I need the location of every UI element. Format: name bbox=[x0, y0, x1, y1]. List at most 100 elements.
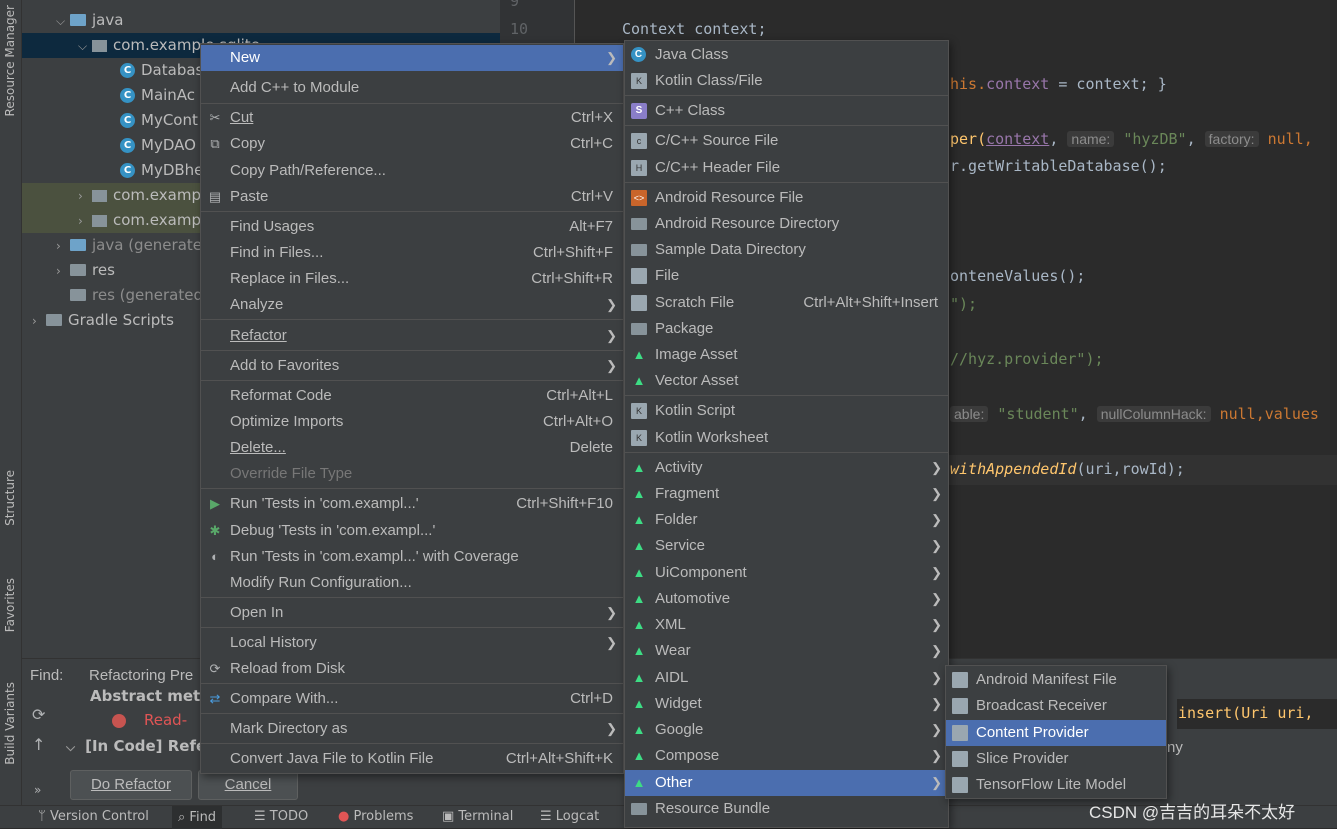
refresh-icon[interactable]: ⟳ bbox=[32, 705, 45, 724]
new-file[interactable]: File bbox=[625, 263, 948, 289]
new-kotlin-script[interactable]: K Kotlin Script bbox=[625, 398, 948, 424]
problems-tab[interactable]: ● Problems bbox=[338, 809, 413, 824]
tree-res[interactable]: › res bbox=[56, 258, 115, 283]
menu-cut[interactable]: ✂ Cut Ctrl+X bbox=[201, 105, 623, 131]
other-slice-provider[interactable]: Slice Provider bbox=[946, 746, 1166, 772]
tree-class[interactable]: C MyDBhe bbox=[120, 158, 203, 183]
terminal-tab[interactable]: ▣ Terminal bbox=[442, 809, 513, 824]
new-fragment[interactable]: ▲ Fragment ❯ bbox=[625, 481, 948, 507]
menu-analyze[interactable]: Analyze ❯ bbox=[201, 292, 623, 318]
menu-copy-path[interactable]: Copy Path/Reference... bbox=[201, 158, 623, 184]
new-xml[interactable]: ▲ XML ❯ bbox=[625, 612, 948, 638]
new-kotlin-class[interactable]: K Kotlin Class/File bbox=[625, 68, 948, 94]
resource-manager-tab[interactable]: Resource Manager bbox=[3, 5, 17, 116]
chevron-right-icon[interactable]: › bbox=[56, 259, 70, 284]
expand-icon[interactable]: » bbox=[34, 783, 41, 797]
menu-local-history[interactable]: Local History ❯ bbox=[201, 630, 623, 656]
menu-run-tests[interactable]: ▶ Run 'Tests in 'com.exampl...' Ctrl+Shift… bbox=[201, 491, 623, 517]
new-cpp-source[interactable]: c C/C++ Source File bbox=[625, 128, 948, 154]
class-icon: C bbox=[120, 63, 135, 78]
tree-java[interactable]: ⌵ java bbox=[56, 8, 123, 33]
new-image-asset[interactable]: ▲ Image Asset bbox=[625, 342, 948, 368]
menu-add-cpp[interactable]: Add C++ to Module bbox=[201, 75, 623, 101]
new-kotlin-worksheet[interactable]: K Kotlin Worksheet bbox=[625, 425, 948, 451]
other-content-provider[interactable]: Content Provider bbox=[946, 720, 1166, 746]
submenu-arrow-icon: ❯ bbox=[931, 670, 942, 685]
menu-reformat[interactable]: Reformat Code Ctrl+Alt+L bbox=[201, 383, 623, 409]
favorites-tab[interactable]: Favorites bbox=[3, 578, 17, 632]
new-wear[interactable]: ▲ Wear ❯ bbox=[625, 638, 948, 664]
menu-paste[interactable]: ▤ Paste Ctrl+V bbox=[201, 184, 623, 210]
tree-java-generated[interactable]: › java (generated) bbox=[56, 233, 217, 258]
chevron-right-icon[interactable]: › bbox=[78, 209, 92, 234]
tree-res-generated[interactable]: res (generated) bbox=[56, 283, 209, 308]
chevron-right-icon[interactable]: › bbox=[78, 184, 92, 209]
menu-add-to-favorites[interactable]: Add to Favorites ❯ bbox=[201, 353, 623, 379]
version-control-tab[interactable]: ᛘ Version Control bbox=[38, 809, 149, 824]
tree-class[interactable]: C MyDAO bbox=[120, 133, 196, 158]
chevron-right-icon[interactable]: › bbox=[32, 309, 46, 334]
tree-class[interactable]: C MyCont bbox=[120, 108, 198, 133]
menu-copy[interactable]: ⧉ Copy Ctrl+C bbox=[201, 131, 623, 157]
new-google[interactable]: ▲ Google ❯ bbox=[625, 717, 948, 743]
chevron-right-icon[interactable]: › bbox=[56, 234, 70, 259]
new-aidl[interactable]: ▲ AIDL ❯ bbox=[625, 665, 948, 691]
find-row[interactable]: ⌵ [In Code] Refe bbox=[66, 737, 206, 755]
new-scratch-file[interactable]: Scratch File Ctrl+Alt+Shift+Insert bbox=[625, 290, 948, 316]
new-other[interactable]: ▲ Other ❯ bbox=[625, 770, 948, 796]
find-tab[interactable]: Refactoring Pre bbox=[89, 667, 193, 684]
new-compose[interactable]: ▲ Compose ❯ bbox=[625, 743, 948, 769]
find-row[interactable]: Read- bbox=[112, 711, 187, 729]
other-android-manifest[interactable]: Android Manifest File bbox=[946, 667, 1166, 693]
new-android-resource-dir[interactable]: Android Resource Directory bbox=[625, 211, 948, 237]
new-android-resource-file[interactable]: <> Android Resource File bbox=[625, 185, 948, 211]
new-java-class[interactable]: C Java Class bbox=[625, 42, 948, 68]
new-cpp-class[interactable]: S C++ Class bbox=[625, 98, 948, 124]
structure-tab[interactable]: Structure bbox=[3, 470, 17, 526]
new-folder[interactable]: ▲ Folder ❯ bbox=[625, 507, 948, 533]
chevron-down-icon[interactable]: ⌵ bbox=[78, 34, 92, 59]
menu-refactor[interactable]: Refactor ❯ bbox=[201, 323, 623, 349]
separator bbox=[625, 452, 948, 453]
code-line: able: "student", nullColumnHack: null,va… bbox=[950, 405, 1319, 423]
menu-new[interactable]: New ❯ bbox=[201, 45, 623, 71]
other-tflite-model[interactable]: TensorFlow Lite Model bbox=[946, 772, 1166, 798]
menu-reload-from-disk[interactable]: ⟳ Reload from Disk bbox=[201, 656, 623, 682]
menu-find-in-files[interactable]: Find in Files... Ctrl+Shift+F bbox=[201, 240, 623, 266]
new-activity[interactable]: ▲ Activity ❯ bbox=[625, 455, 948, 481]
tree-class[interactable]: C Databas bbox=[120, 58, 203, 83]
menu-mark-directory[interactable]: Mark Directory as ❯ bbox=[201, 716, 623, 742]
new-automotive[interactable]: ▲ Automotive ❯ bbox=[625, 586, 948, 612]
menu-optimize-imports[interactable]: Optimize Imports Ctrl+Alt+O bbox=[201, 409, 623, 435]
menu-open-in[interactable]: Open In ❯ bbox=[201, 600, 623, 626]
tree-class[interactable]: C MainAc bbox=[120, 83, 195, 108]
new-package[interactable]: Package bbox=[625, 316, 948, 342]
build-variants-tab[interactable]: Build Variants bbox=[3, 682, 17, 765]
logcat-tab[interactable]: ☰ Logcat bbox=[540, 809, 599, 824]
new-resource-bundle[interactable]: Resource Bundle bbox=[625, 796, 948, 822]
menu-replace-in-files[interactable]: Replace in Files... Ctrl+Shift+R bbox=[201, 266, 623, 292]
new-vector-asset[interactable]: ▲ Vector Asset bbox=[625, 368, 948, 394]
new-widget[interactable]: ▲ Widget ❯ bbox=[625, 691, 948, 717]
new-sample-data-dir[interactable]: Sample Data Directory bbox=[625, 237, 948, 263]
menu-find-usages[interactable]: Find Usages Alt+F7 bbox=[201, 214, 623, 240]
new-uicomponent[interactable]: ▲ UiComponent ❯ bbox=[625, 560, 948, 586]
new-cpp-header[interactable]: H C/C++ Header File bbox=[625, 155, 948, 181]
todo-tab[interactable]: ☰ TODO bbox=[254, 809, 308, 824]
menu-compare-with[interactable]: ⇄ Compare With... Ctrl+D bbox=[201, 686, 623, 712]
cancel-button[interactable]: Cancel bbox=[198, 770, 298, 800]
menu-run-coverage[interactable]: ◐ Run 'Tests in 'com.exampl...' with Cove… bbox=[201, 544, 623, 570]
arrow-up-icon[interactable]: ↑ bbox=[32, 735, 45, 754]
find-tab-bottom[interactable]: ⌕ Find bbox=[172, 806, 223, 829]
do-refactor-button[interactable]: Do Refactor bbox=[70, 770, 192, 800]
menu-convert-to-kotlin[interactable]: Convert Java File to Kotlin File Ctrl+Alt… bbox=[201, 746, 623, 772]
other-broadcast-receiver[interactable]: Broadcast Receiver bbox=[946, 693, 1166, 719]
new-service[interactable]: ▲ Service ❯ bbox=[625, 533, 948, 559]
menu-modify-run-config[interactable]: Modify Run Configuration... bbox=[201, 570, 623, 596]
menu-debug-tests[interactable]: ✱ Debug 'Tests in 'com.exampl...' bbox=[201, 518, 623, 544]
chevron-down-icon[interactable]: ⌵ bbox=[56, 9, 70, 34]
chevron-down-icon[interactable]: ⌵ bbox=[66, 740, 75, 754]
tree-gradle-scripts[interactable]: › Gradle Scripts bbox=[32, 308, 174, 333]
menu-delete[interactable]: Delete... Delete bbox=[201, 435, 623, 461]
folder-icon bbox=[70, 13, 86, 26]
